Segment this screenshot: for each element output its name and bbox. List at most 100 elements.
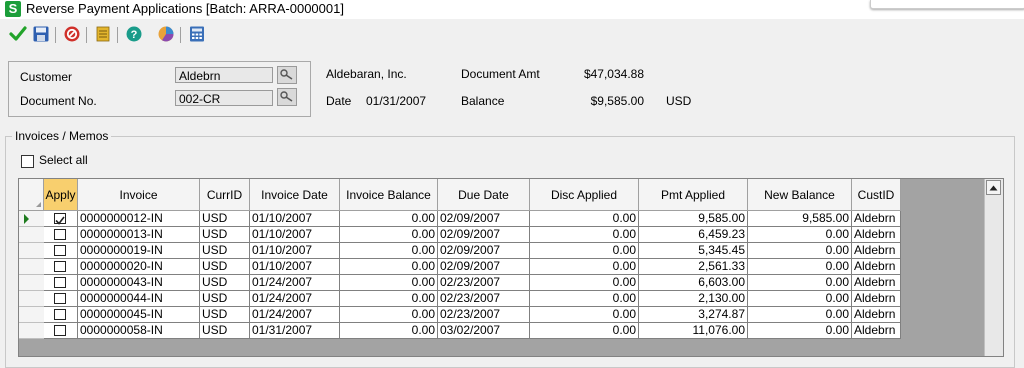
cell-pmt-applied[interactable]: 2,130.00 <box>639 291 748 307</box>
cell-invoice-date[interactable]: 01/24/2007 <box>250 307 340 323</box>
cell-custid[interactable]: Aldebrn <box>852 211 901 227</box>
cell-currid[interactable]: USD <box>200 227 250 243</box>
document-lookup-button[interactable] <box>277 88 297 106</box>
cell-pmt-applied[interactable]: 2,561.33 <box>639 259 748 275</box>
cell-due-date[interactable]: 03/02/2007 <box>438 323 530 339</box>
cell-disc-applied[interactable]: 0.00 <box>530 259 639 275</box>
cell-currid[interactable]: USD <box>200 211 250 227</box>
calculator-icon[interactable] <box>187 24 207 44</box>
cell-invoice-date[interactable]: 01/10/2007 <box>250 227 340 243</box>
apply-checkbox[interactable] <box>54 325 66 336</box>
notes-icon[interactable] <box>93 24 113 44</box>
cell-invoice-date[interactable]: 01/24/2007 <box>250 291 340 307</box>
cell-due-date[interactable]: 02/09/2007 <box>438 211 530 227</box>
cancel-icon[interactable] <box>62 24 82 44</box>
cell-new-balance[interactable]: 0.00 <box>748 307 852 323</box>
cell-new-balance[interactable]: 0.00 <box>748 275 852 291</box>
cell-currid[interactable]: USD <box>200 243 250 259</box>
apply-checkbox[interactable] <box>54 309 66 320</box>
window-controls[interactable] <box>870 0 1024 9</box>
select-all-label[interactable]: Select all <box>39 153 88 167</box>
cell-apply[interactable] <box>44 291 78 307</box>
column-header-invoice-date[interactable]: Invoice Date <box>250 179 340 211</box>
select-all-checkbox[interactable] <box>21 155 34 168</box>
row-header[interactable] <box>19 259 44 275</box>
cell-new-balance[interactable]: 9,585.00 <box>748 211 852 227</box>
column-header-apply[interactable]: Apply <box>44 179 78 211</box>
cell-disc-applied[interactable]: 0.00 <box>530 307 639 323</box>
cell-invoice-balance[interactable]: 0.00 <box>340 259 438 275</box>
cell-pmt-applied[interactable]: 9,585.00 <box>639 211 748 227</box>
ok-icon[interactable] <box>8 24 28 44</box>
row-header[interactable] <box>19 307 44 323</box>
cell-pmt-applied[interactable]: 6,459.23 <box>639 227 748 243</box>
cell-disc-applied[interactable]: 0.00 <box>530 323 639 339</box>
cell-disc-applied[interactable]: 0.00 <box>530 227 639 243</box>
cell-invoice[interactable]: 0000000043-IN <box>78 275 200 291</box>
cell-apply[interactable] <box>44 211 78 227</box>
cell-custid[interactable]: Aldebrn <box>852 307 901 323</box>
cell-due-date[interactable]: 02/09/2007 <box>438 227 530 243</box>
cell-apply[interactable] <box>44 323 78 339</box>
cell-invoice-balance[interactable]: 0.00 <box>340 323 438 339</box>
apply-checkbox[interactable] <box>54 213 66 225</box>
cell-custid[interactable]: Aldebrn <box>852 243 901 259</box>
cell-custid[interactable]: Aldebrn <box>852 323 901 339</box>
cell-pmt-applied[interactable]: 3,274.87 <box>639 307 748 323</box>
cell-custid[interactable]: Aldebrn <box>852 227 901 243</box>
cell-due-date[interactable]: 02/23/2007 <box>438 275 530 291</box>
cell-new-balance[interactable]: 0.00 <box>748 291 852 307</box>
apply-checkbox[interactable] <box>54 229 66 240</box>
cell-apply[interactable] <box>44 275 78 291</box>
cell-due-date[interactable]: 02/09/2007 <box>438 243 530 259</box>
chart-icon[interactable] <box>156 24 176 44</box>
apply-checkbox[interactable] <box>54 245 66 256</box>
cell-invoice-balance[interactable]: 0.00 <box>340 227 438 243</box>
cell-due-date[interactable]: 02/09/2007 <box>438 259 530 275</box>
cell-currid[interactable]: USD <box>200 323 250 339</box>
column-header-custid[interactable]: CustID <box>852 179 901 211</box>
cell-apply[interactable] <box>44 259 78 275</box>
row-header[interactable] <box>19 323 44 339</box>
scroll-up-button[interactable] <box>986 180 1001 195</box>
cell-invoice-date[interactable]: 01/10/2007 <box>250 243 340 259</box>
column-header-invoice[interactable]: Invoice <box>78 179 200 211</box>
cell-apply[interactable] <box>44 243 78 259</box>
cell-invoice-date[interactable]: 01/24/2007 <box>250 275 340 291</box>
cell-apply[interactable] <box>44 307 78 323</box>
column-header-new-balance[interactable]: New Balance <box>748 179 852 211</box>
column-header-invoice-balance[interactable]: Invoice Balance <box>340 179 438 211</box>
row-header[interactable] <box>19 211 44 227</box>
cell-currid[interactable]: USD <box>200 307 250 323</box>
document-no-field[interactable]: 002-CR <box>175 90 273 106</box>
cell-currid[interactable]: USD <box>200 291 250 307</box>
invoices-grid[interactable]: Apply Invoice CurrID Invoice Date Invoice Ba… <box>18 178 1004 357</box>
cell-invoice[interactable]: 0000000013-IN <box>78 227 200 243</box>
customer-field[interactable]: Aldebrn <box>175 67 273 83</box>
cell-new-balance[interactable]: 0.00 <box>748 323 852 339</box>
cell-invoice-balance[interactable]: 0.00 <box>340 291 438 307</box>
row-header[interactable] <box>19 275 44 291</box>
cell-invoice-date[interactable]: 01/10/2007 <box>250 211 340 227</box>
save-icon[interactable] <box>31 24 51 44</box>
cell-custid[interactable]: Aldebrn <box>852 275 901 291</box>
cell-disc-applied[interactable]: 0.00 <box>530 211 639 227</box>
cell-apply[interactable] <box>44 227 78 243</box>
cell-invoice[interactable]: 0000000019-IN <box>78 243 200 259</box>
cell-pmt-applied[interactable]: 11,076.00 <box>639 323 748 339</box>
cell-new-balance[interactable]: 0.00 <box>748 259 852 275</box>
cell-new-balance[interactable]: 0.00 <box>748 243 852 259</box>
cell-invoice-balance[interactable]: 0.00 <box>340 275 438 291</box>
cell-invoice[interactable]: 0000000045-IN <box>78 307 200 323</box>
cell-invoice-date[interactable]: 01/31/2007 <box>250 323 340 339</box>
cell-custid[interactable]: Aldebrn <box>852 259 901 275</box>
column-header-pmt-applied[interactable]: Pmt Applied <box>639 179 748 211</box>
cell-invoice[interactable]: 0000000020-IN <box>78 259 200 275</box>
apply-checkbox[interactable] <box>54 293 66 304</box>
cell-due-date[interactable]: 02/23/2007 <box>438 307 530 323</box>
apply-checkbox[interactable] <box>54 261 66 272</box>
cell-pmt-applied[interactable]: 6,603.00 <box>639 275 748 291</box>
column-header-due-date[interactable]: Due Date <box>438 179 530 211</box>
cell-pmt-applied[interactable]: 5,345.45 <box>639 243 748 259</box>
cell-invoice-balance[interactable]: 0.00 <box>340 307 438 323</box>
